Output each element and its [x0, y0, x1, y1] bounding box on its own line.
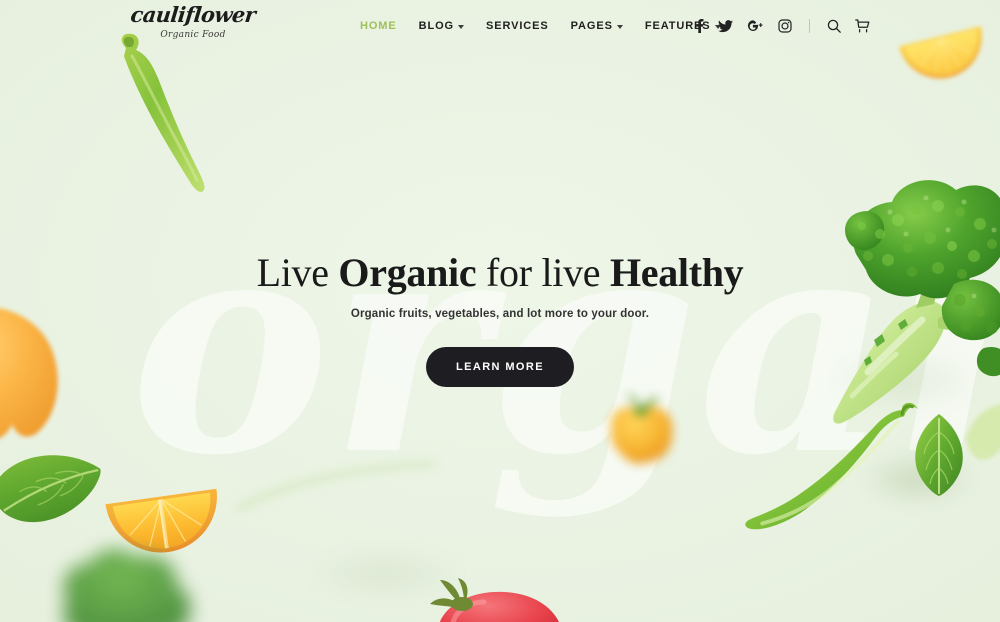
nav-label-pages: PAGES [570, 20, 613, 32]
pale-leaf-right-edge [962, 398, 1000, 468]
hero-subtitle: Organic fruits, vegetables, and lot more… [350, 308, 650, 320]
site-header: cauliflower Organic Food HOME BLOG SERVI… [0, 0, 1000, 52]
logo-text: cauliflower [129, 2, 257, 27]
green-chili-topleft [96, 26, 226, 201]
lower-shadow [300, 548, 470, 600]
title-part-2: for live [476, 250, 610, 295]
hero-section: organic [0, 0, 1000, 622]
header-actions [695, 0, 870, 52]
instagram-icon[interactable] [778, 19, 792, 33]
learn-more-button[interactable]: Learn More [426, 347, 574, 387]
chevron-down-icon [458, 25, 464, 29]
page-title: Live Organic for live Healthy [0, 250, 1000, 296]
search-icon[interactable] [827, 19, 841, 33]
broccoli-bottomleft-blurred [38, 540, 228, 622]
google-plus-icon[interactable] [747, 19, 764, 33]
basil-leaf-left [0, 436, 101, 548]
nav-item-blog[interactable]: BLOG [419, 20, 464, 32]
nav-item-services[interactable]: SERVICES [486, 20, 549, 32]
logo-tagline: Organic Food [160, 30, 226, 40]
title-bold-2: Healthy [609, 250, 744, 295]
nav-label-home: HOME [360, 20, 397, 32]
faint-stem-left [236, 452, 436, 522]
actions-divider [809, 19, 810, 33]
chevron-down-icon [616, 25, 623, 29]
cart-icon[interactable] [855, 19, 870, 33]
hero-content: Live Organic for live Healthy Organic fr… [0, 250, 1000, 387]
title-bold-1: Organic [338, 250, 477, 295]
yellow-bell-pepper-center [598, 392, 684, 474]
twitter-icon[interactable] [718, 19, 733, 33]
title-part-1: Live [256, 250, 339, 295]
nav-item-pages[interactable]: PAGES [571, 20, 623, 32]
facebook-icon[interactable] [695, 19, 704, 33]
leaf-shadow [858, 452, 978, 506]
nav-label-blog: BLOG [418, 20, 454, 32]
main-navigation: HOME BLOG SERVICES PAGES FEATURES [360, 0, 721, 52]
logo[interactable]: cauliflower Organic Food [118, 2, 268, 40]
nav-label-services: SERVICES [486, 20, 549, 32]
orange-slice-bottomleft [104, 482, 228, 554]
nav-item-home[interactable]: HOME [360, 20, 397, 32]
